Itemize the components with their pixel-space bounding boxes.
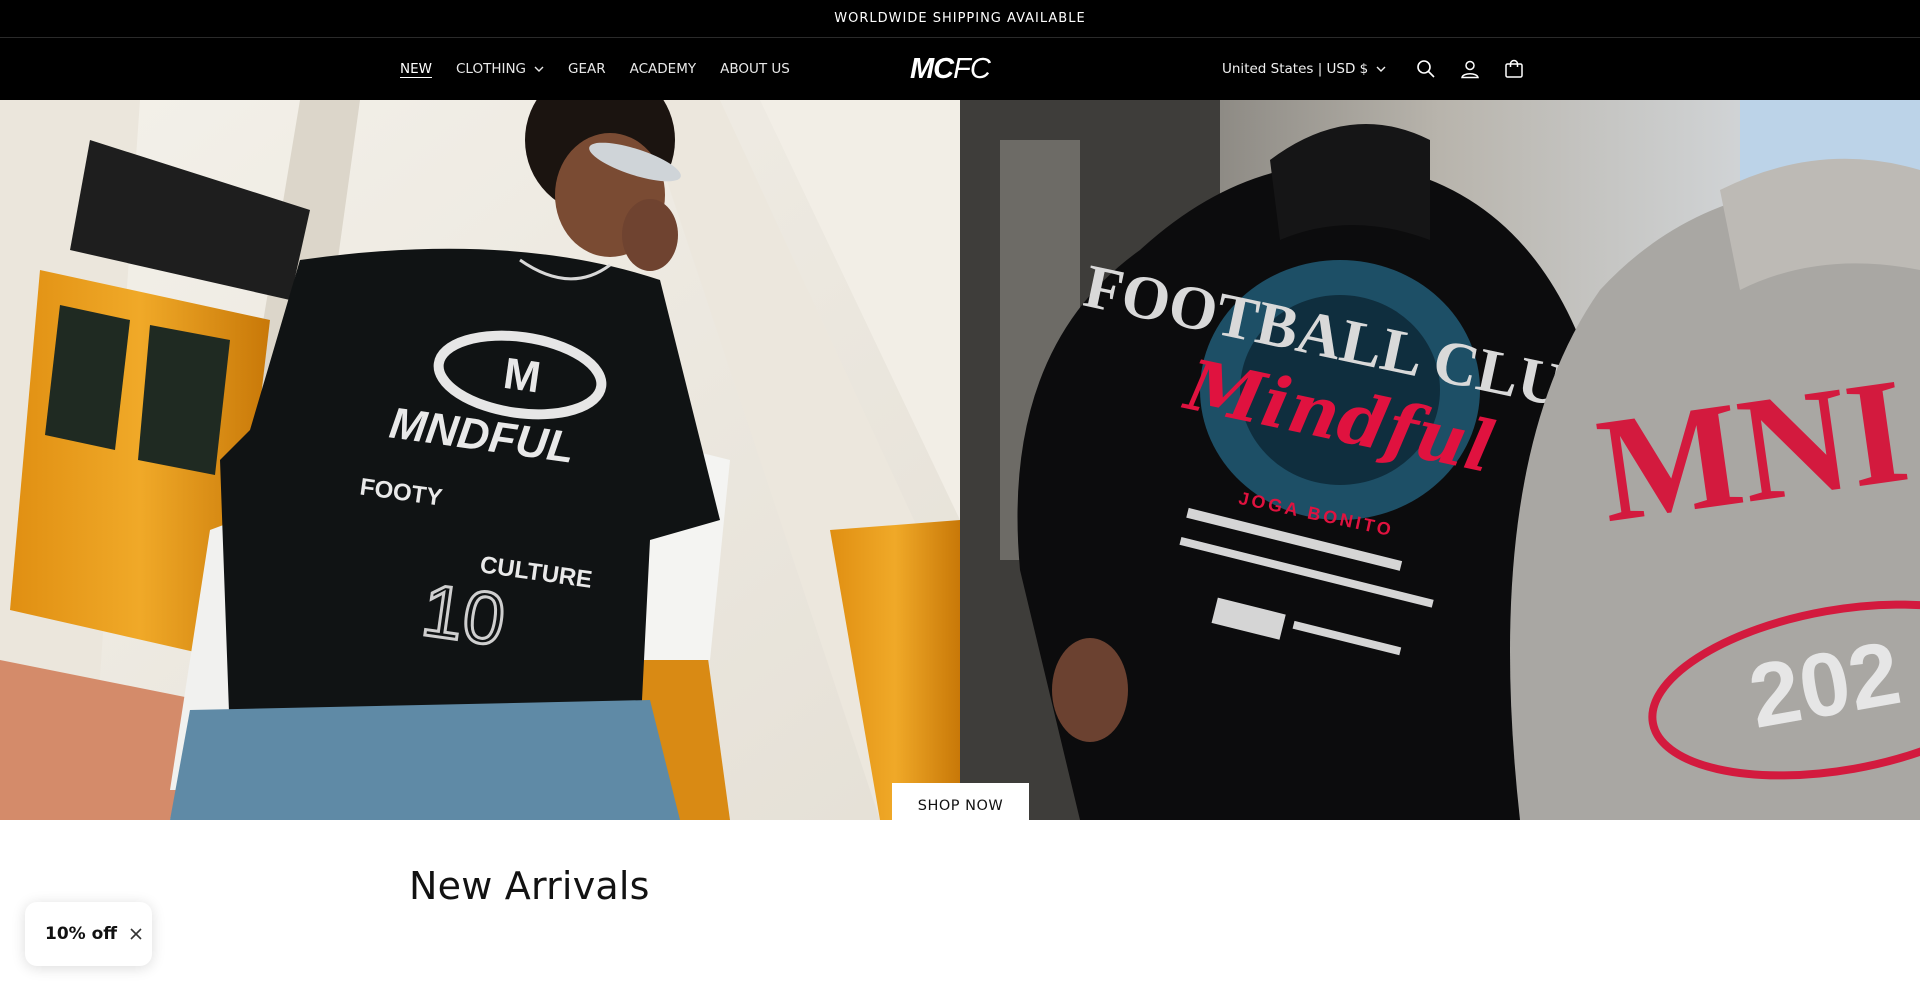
header-actions: United States | USD $	[1222, 38, 1536, 100]
logo-bold-text: MC	[910, 52, 954, 85]
new-arrivals-title: New Arrivals	[409, 864, 650, 908]
nav-item-about-us[interactable]: ABOUT US	[720, 61, 790, 77]
shirt-number-text: 10	[417, 568, 510, 662]
hero-image-right: FOOTBALL CLUB Mindful JOGA BONITO MNI 20…	[960, 100, 1920, 820]
discount-popup: 10% off	[25, 902, 152, 966]
site-header: NEW CLOTHING GEAR ACADEMY ABOUT US MC FC …	[0, 38, 1920, 100]
nav-item-gear[interactable]: GEAR	[568, 61, 606, 77]
site-logo[interactable]: MC FC	[910, 48, 991, 90]
account-icon[interactable]	[1448, 47, 1492, 91]
nav-item-clothing-label: CLOTHING	[455, 61, 527, 77]
svg-text:M: M	[500, 349, 543, 403]
announcement-text: WORLDWIDE SHIPPING AVAILABLE	[834, 11, 1086, 26]
locale-selector[interactable]: United States | USD $	[1222, 61, 1386, 77]
hero-banner[interactable]: M MNDFUL FOOTY CULTURE 10 FOOTBALL CLUB …	[0, 100, 1920, 820]
main-nav: NEW CLOTHING GEAR ACADEMY ABOUT US	[400, 38, 814, 100]
discount-label[interactable]: 10% off	[45, 924, 117, 944]
announcement-bar: WORLDWIDE SHIPPING AVAILABLE	[0, 0, 1920, 38]
chevron-down-icon	[534, 66, 544, 72]
nav-item-new[interactable]: NEW	[400, 61, 432, 77]
cart-icon[interactable]	[1492, 47, 1536, 91]
chevron-down-icon	[1376, 66, 1386, 72]
nav-item-clothing[interactable]: CLOTHING	[456, 61, 544, 77]
close-icon[interactable]	[129, 927, 143, 941]
search-icon[interactable]	[1404, 47, 1448, 91]
hero-image-left: M MNDFUL FOOTY CULTURE 10	[0, 100, 960, 820]
locale-label: United States | USD $	[1222, 61, 1369, 77]
logo-light-text: FC	[953, 52, 991, 85]
shop-now-button[interactable]: SHOP NOW	[892, 783, 1029, 820]
nav-item-academy[interactable]: ACADEMY	[630, 61, 696, 77]
